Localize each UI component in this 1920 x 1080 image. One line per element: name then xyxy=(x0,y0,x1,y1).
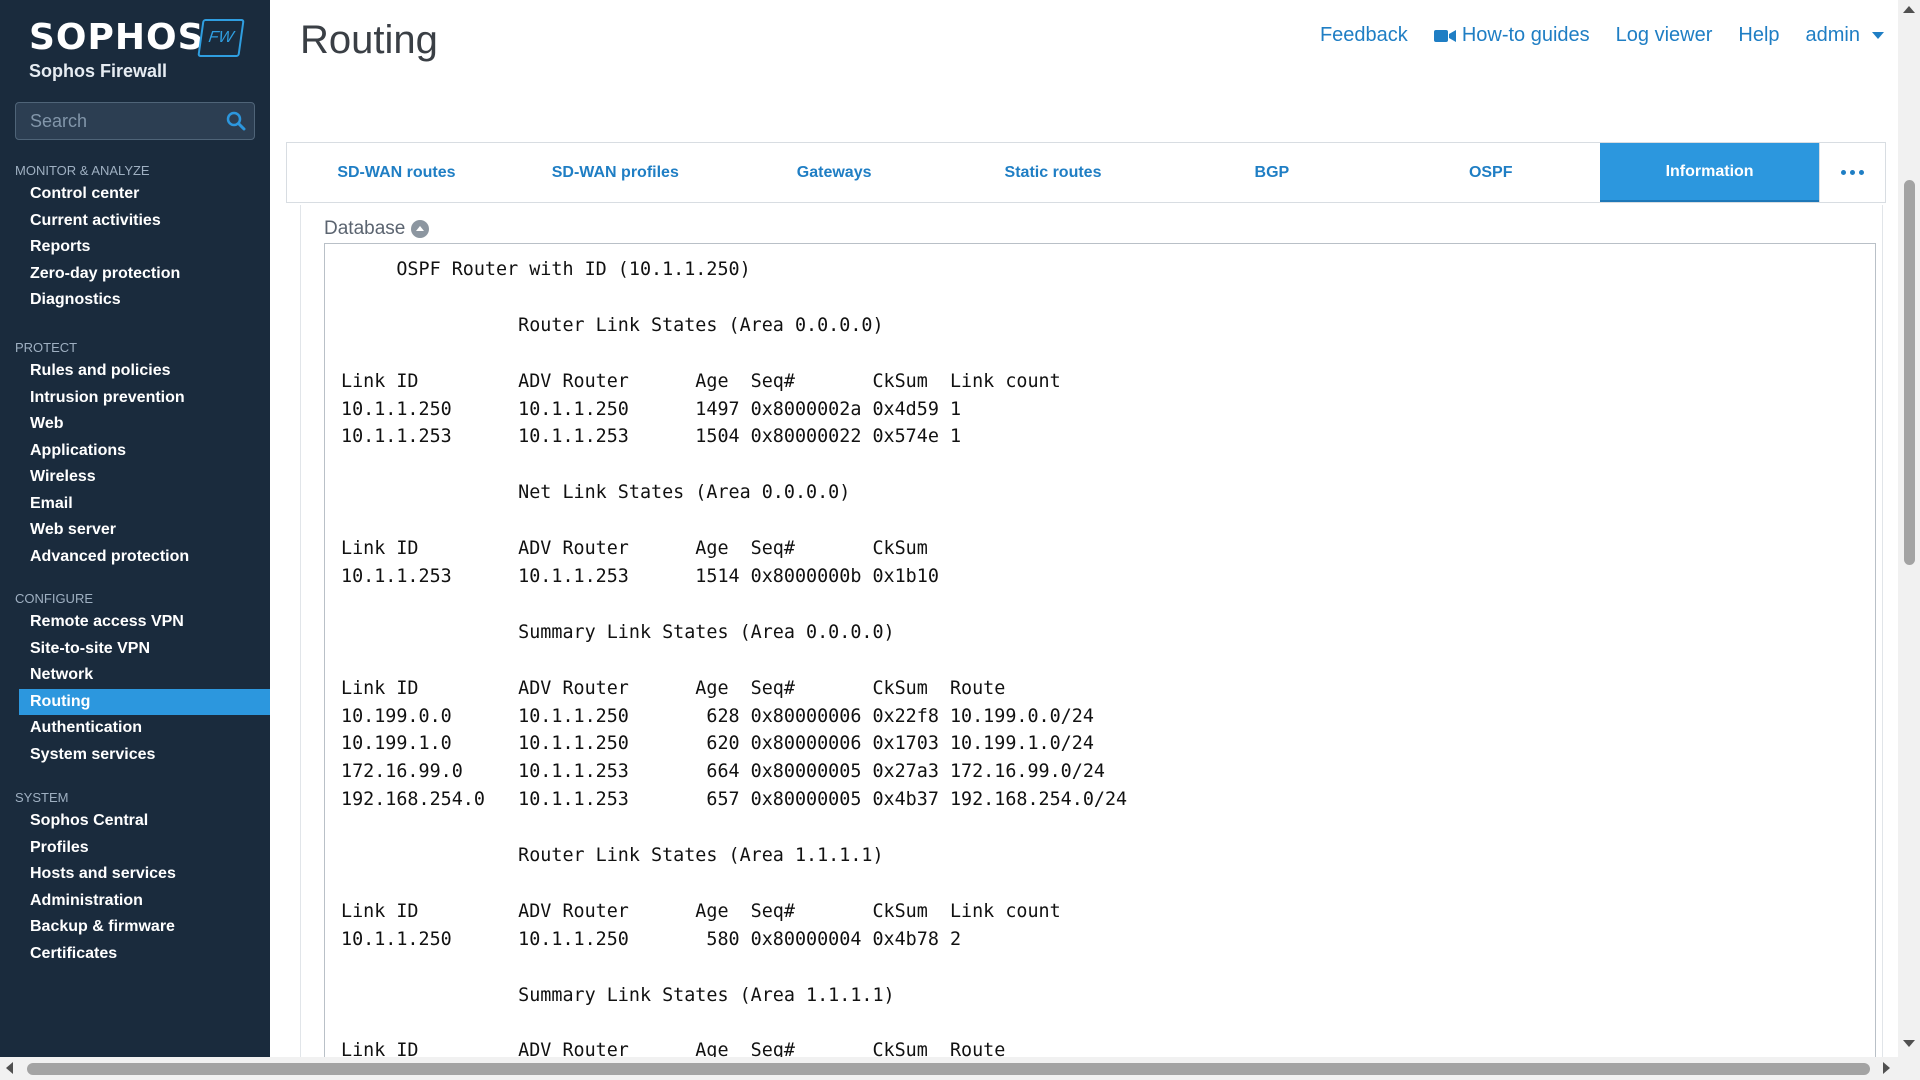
sidebar-item-wireless[interactable]: Wireless xyxy=(0,464,270,491)
sidebar-item-advanced-protection[interactable]: Advanced protection xyxy=(0,544,270,571)
database-output[interactable]: OSPF Router with ID (10.1.1.250) Router … xyxy=(324,243,1876,1073)
sidebar-item-backup-firmware[interactable]: Backup & firmware xyxy=(0,914,270,941)
database-output-text: OSPF Router with ID (10.1.1.250) Router … xyxy=(341,259,1128,1062)
tab-static-routes[interactable]: Static routes xyxy=(944,143,1163,202)
more-tabs-icon[interactable] xyxy=(1819,143,1885,202)
collapse-up-icon[interactable] xyxy=(411,220,430,238)
nav-section-heading: CONFIGURE xyxy=(15,591,93,606)
tab-bgp[interactable]: BGP xyxy=(1162,143,1381,202)
database-section-header[interactable]: Database xyxy=(324,218,430,240)
nav-section: SYSTEM Sophos Central Profiles Hosts and se… xyxy=(0,788,270,967)
sidebar-item-remote-access-vpn[interactable]: Remote access VPN xyxy=(0,609,270,636)
chevron-down-icon xyxy=(1872,32,1884,39)
sidebar-item-rules-and-policies[interactable]: Rules and policies xyxy=(0,358,270,385)
sidebar-item-email[interactable]: Email xyxy=(0,491,270,518)
sidebar-item-certificates[interactable]: Certificates xyxy=(0,941,270,968)
search-icon[interactable] xyxy=(226,111,246,131)
sidebar: SOPHOS Sophos Firewall FW MONITOR & ANAL… xyxy=(0,0,270,1057)
vertical-scroll-thumb[interactable] xyxy=(1904,180,1915,565)
log-viewer-link[interactable]: Log viewer xyxy=(1616,24,1713,47)
content-panel: Database OSPF Router with ID (10.1.1.250… xyxy=(300,205,1883,1073)
sidebar-item-profiles[interactable]: Profiles xyxy=(0,835,270,862)
nav-section-heading: PROTECT xyxy=(15,340,78,355)
tab-sd-wan-routes[interactable]: SD-WAN routes xyxy=(287,143,506,202)
brand: SOPHOS Sophos Firewall xyxy=(29,18,205,82)
video-camera-icon xyxy=(1433,29,1456,42)
tab-information[interactable]: Information xyxy=(1600,143,1820,202)
sidebar-item-hosts-and-services[interactable]: Hosts and services xyxy=(0,861,270,888)
sidebar-item-current-activities[interactable]: Current activities xyxy=(0,208,270,235)
sidebar-item-reports[interactable]: Reports xyxy=(0,234,270,261)
sidebar-item-network[interactable]: Network xyxy=(0,662,270,689)
howto-link[interactable]: How-to guides xyxy=(1433,24,1590,47)
sidebar-item-intrusion-prevention[interactable]: Intrusion prevention xyxy=(0,385,270,412)
nav-section-heading: SYSTEM xyxy=(15,790,69,805)
sidebar-item-authentication[interactable]: Authentication xyxy=(0,715,270,742)
firewall-badge-icon: FW xyxy=(197,19,245,57)
database-label: Database xyxy=(324,218,406,239)
sidebar-item-routing[interactable]: Routing xyxy=(19,688,270,715)
search-input[interactable] xyxy=(16,103,216,139)
sidebar-item-web[interactable]: Web xyxy=(0,411,270,438)
tab-bar: SD-WAN routes SD-WAN profiles Gateways Stat… xyxy=(286,142,1886,203)
vertical-scrollbar[interactable] xyxy=(1898,0,1920,1057)
top-links: Feedback How-to guides Log viewer Help a… xyxy=(1320,24,1884,47)
tab-gateways[interactable]: Gateways xyxy=(725,143,944,202)
sidebar-item-administration[interactable]: Administration xyxy=(0,888,270,915)
sidebar-item-site-to-site-vpn[interactable]: Site-to-site VPN xyxy=(0,636,270,663)
nav-section: PROTECT Rules and policies Intrusion preve… xyxy=(0,338,270,570)
sidebar-item-diagnostics[interactable]: Diagnostics xyxy=(0,287,270,314)
howto-label: How-to guides xyxy=(1461,24,1590,46)
horizontal-scroll-thumb[interactable] xyxy=(27,1063,1870,1075)
sidebar-item-web-server[interactable]: Web server xyxy=(0,517,270,544)
user-name: admin xyxy=(1805,24,1860,46)
tab-ospf[interactable]: OSPF xyxy=(1381,143,1600,202)
scroll-up-icon[interactable] xyxy=(1903,6,1915,13)
scroll-left-icon[interactable] xyxy=(6,1062,13,1074)
nav-section: CONFIGURE Remote access VPN Site-to-site V… xyxy=(0,589,270,768)
sophos-logo: SOPHOS xyxy=(29,17,205,58)
product-name: Sophos Firewall xyxy=(29,61,168,81)
scroll-down-icon[interactable] xyxy=(1903,1040,1915,1047)
sidebar-item-zero-day-protection[interactable]: Zero-day protection xyxy=(0,261,270,288)
sidebar-item-control-center[interactable]: Control center xyxy=(0,181,270,208)
scroll-right-icon[interactable] xyxy=(1883,1062,1890,1074)
feedback-link[interactable]: Feedback xyxy=(1320,24,1408,47)
sidebar-item-applications[interactable]: Applications xyxy=(0,438,270,465)
help-link[interactable]: Help xyxy=(1738,24,1779,47)
sidebar-item-sophos-central[interactable]: Sophos Central xyxy=(0,808,270,835)
nav-section: MONITOR & ANALYZE Control center Current a… xyxy=(0,161,270,314)
sidebar-item-system-services[interactable]: System services xyxy=(0,742,270,769)
tab-sd-wan-profiles[interactable]: SD-WAN profiles xyxy=(506,143,725,202)
horizontal-scrollbar[interactable] xyxy=(0,1057,1920,1080)
search-box[interactable] xyxy=(15,102,255,140)
nav-section-heading: MONITOR & ANALYZE xyxy=(15,163,150,178)
user-menu[interactable]: admin xyxy=(1806,24,1884,47)
page-title: Routing xyxy=(300,18,438,62)
